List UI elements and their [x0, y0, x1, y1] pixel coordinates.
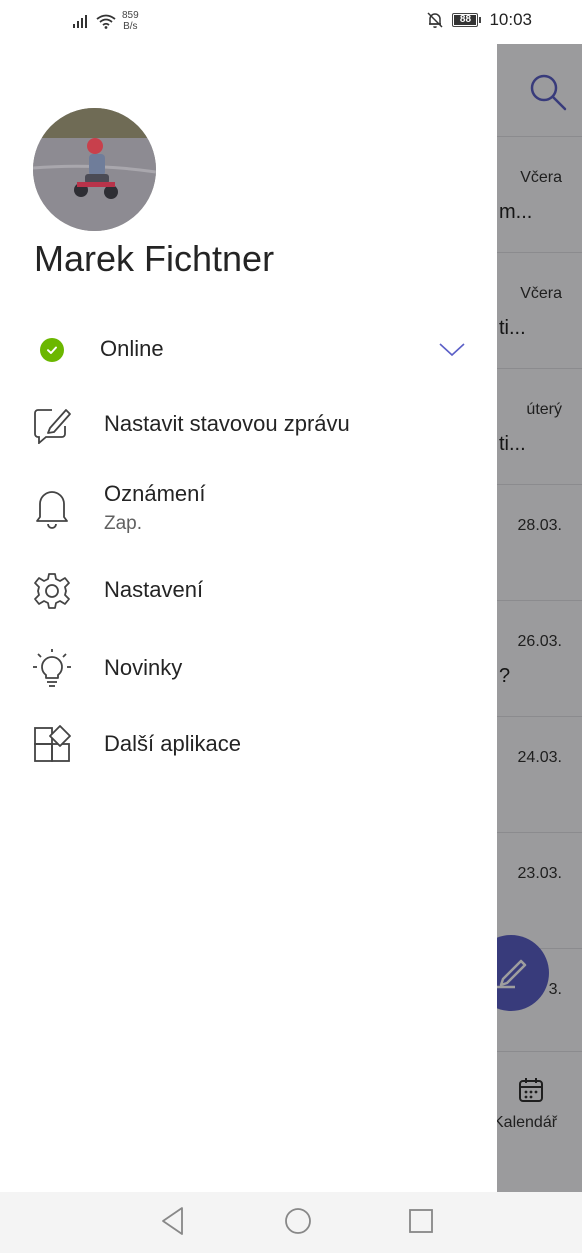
avatar[interactable] [33, 108, 156, 231]
network-speed-unit: B/s [123, 21, 138, 32]
avatar-image [33, 108, 156, 231]
status-bar: 859 B/s 88 10:03 [0, 0, 582, 44]
bell-off-icon [427, 12, 443, 28]
apps-icon [30, 723, 74, 767]
chevron-down-icon[interactable] [438, 342, 466, 358]
gear-icon [30, 569, 74, 613]
settings-label: Nastavení [104, 577, 204, 602]
bell-icon [30, 486, 74, 530]
network-speed: 859 B/s [122, 10, 139, 32]
status-right: 88 10:03 [426, 10, 532, 30]
status-time: 10:03 [489, 10, 532, 29]
presence-selector[interactable]: Online [0, 328, 497, 372]
drawer-scrim[interactable] [497, 44, 582, 1192]
notifications-label: Oznámení [104, 481, 206, 506]
battery-icon: 88 [452, 13, 482, 27]
whats-new-item[interactable]: Novinky [0, 644, 497, 694]
signal-icon [73, 15, 87, 28]
wifi-icon [96, 14, 116, 29]
settings-item[interactable]: Nastavení [0, 566, 497, 616]
status-left: 859 B/s [72, 10, 139, 32]
more-apps-item[interactable]: Další aplikace [0, 720, 497, 770]
recents-icon[interactable] [407, 1206, 435, 1236]
lightbulb-icon [30, 647, 74, 691]
set-status-message-item[interactable]: Nastavit stavovou zprávu [0, 400, 497, 450]
back-icon[interactable] [160, 1206, 186, 1236]
battery-level: 88 [459, 14, 472, 25]
network-speed-value: 859 [122, 10, 139, 21]
edit-status-icon [30, 403, 74, 447]
whats-new-label: Novinky [104, 655, 183, 680]
profile-name: Marek Fichtner [34, 238, 275, 279]
more-apps-label: Další aplikace [104, 731, 241, 756]
navigation-drawer: Marek Fichtner Online Nastavit stavovou … [0, 44, 497, 1192]
notifications-state: Zap. [104, 513, 143, 534]
presence-available-icon [40, 338, 64, 362]
presence-label: Online [100, 336, 164, 361]
system-nav-bar [0, 1192, 582, 1253]
set-status-message-label: Nastavit stavovou zprávu [104, 411, 350, 436]
notifications-item[interactable]: Oznámení Zap. [0, 476, 497, 540]
home-icon[interactable] [283, 1206, 313, 1236]
